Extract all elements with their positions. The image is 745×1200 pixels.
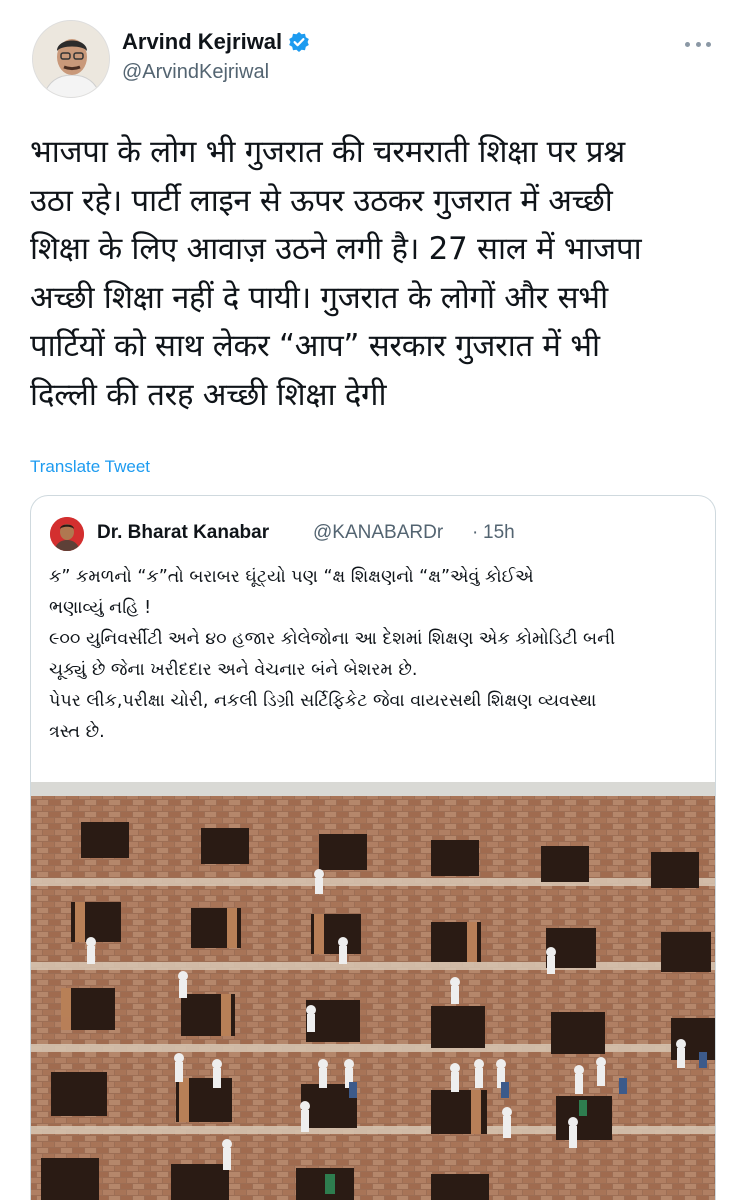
author-avatar-image bbox=[33, 21, 109, 97]
quoted-separator: · bbox=[472, 522, 479, 543]
quoted-author-avatar[interactable] bbox=[50, 517, 84, 551]
quoted-author-avatar-image bbox=[50, 517, 84, 551]
translate-tweet-link[interactable]: Translate Tweet bbox=[30, 457, 150, 477]
quoted-timestamp[interactable]: 15h bbox=[483, 522, 515, 544]
quoted-tweet-photo[interactable] bbox=[31, 782, 715, 1200]
author-name[interactable]: Arvind Kejriwal bbox=[122, 29, 310, 55]
building-photo bbox=[31, 782, 715, 1200]
quoted-author-name[interactable]: Dr. Bharat Kanabar bbox=[97, 522, 269, 544]
quoted-author-handle[interactable]: @KANABARDr bbox=[313, 522, 443, 544]
author-avatar[interactable] bbox=[32, 20, 110, 98]
author-name-label: Arvind Kejriwal bbox=[122, 29, 283, 54]
tweet-text: भाजपा के लोग भी गुजरात की चरमराती शिक्षा… bbox=[30, 134, 642, 413]
quoted-tweet-text: ક” કમળનો “ક”તો બરાબર ઘૂંટ્યો પણ “ક્ષ શિક… bbox=[49, 567, 616, 742]
verified-badge-icon bbox=[288, 31, 310, 53]
quoted-tweet[interactable]: Dr. Bharat Kanabar @KANABARDr · 15h ક” ક… bbox=[30, 495, 716, 1200]
tweet: Arvind Kejriwal @ArvindKejriwal भाजपा के… bbox=[0, 0, 745, 1200]
author-handle[interactable]: @ArvindKejriwal bbox=[122, 61, 269, 84]
more-horizontal-icon[interactable] bbox=[682, 32, 714, 56]
